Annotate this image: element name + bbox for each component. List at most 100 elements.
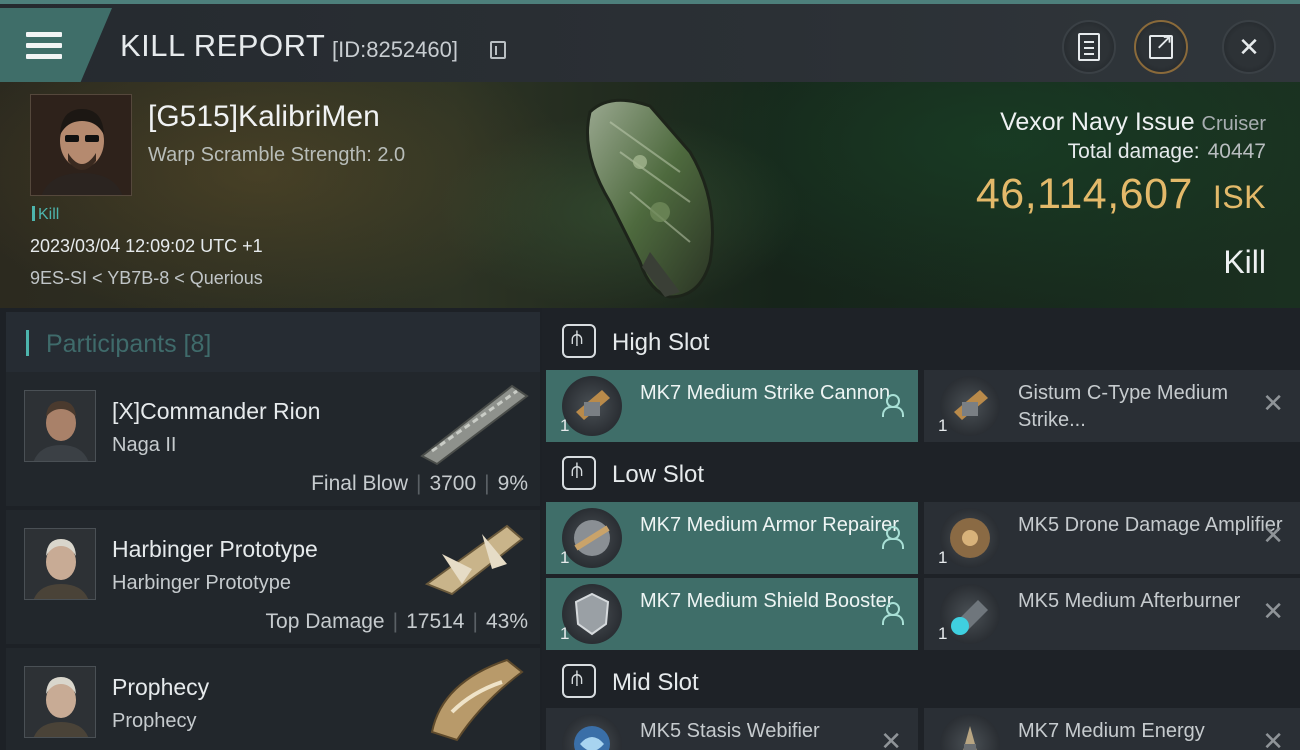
module-item[interactable]: 1 MK5 Drone Damage Amplifier ✕ (924, 502, 1300, 574)
module-icon (940, 584, 1000, 644)
module-quantity: 1 (560, 416, 570, 435)
victim-avatar[interactable] (30, 94, 132, 196)
ship-name: Vexor Navy Issue (1000, 108, 1195, 136)
module-name: MK5 Medium Afterburner (1018, 590, 1241, 612)
participant-ship-image (412, 376, 532, 466)
low-slot-header: Low Slot (546, 444, 1300, 502)
slot-icon (562, 456, 596, 490)
close-icon: ✕ (1238, 31, 1260, 62)
module-icon (940, 714, 1000, 750)
participant-ship: Harbinger Prototype (112, 572, 291, 594)
participant-card[interactable]: Harbinger Prototype Harbinger Prototype … (6, 510, 540, 644)
kill-timestamp: 2023/03/04 12:09:02 UTC +1 (30, 236, 263, 256)
module-item[interactable]: MK5 Stasis Webifier ✕ (546, 708, 918, 750)
total-damage: Total damage: 40447 (1068, 140, 1266, 164)
kill-tag: Kill (32, 206, 59, 224)
close-x-icon: ✕ (880, 726, 902, 750)
module-quantity: 1 (938, 624, 948, 643)
person-icon (882, 526, 904, 549)
module-item[interactable]: 1 MK7 Medium Armor Repairer (546, 502, 918, 574)
hamburger-icon[interactable] (26, 32, 62, 60)
participant-ship-image (412, 514, 532, 604)
participant-avatar (24, 390, 96, 462)
clipboard-button[interactable] (1062, 20, 1116, 74)
isk-unit: ISK (1212, 179, 1266, 215)
isk-value: 46,114,607 ISK (976, 170, 1266, 219)
module-icon (562, 376, 622, 436)
fitting-panel: High Slot 1 MK7 Medium Strike Cannon 1 G… (542, 308, 1300, 750)
module-name: MK7 Medium Shield Booster (640, 590, 894, 612)
victim-ship-image (570, 92, 740, 302)
close-button[interactable]: ✕ (1222, 20, 1276, 74)
participant-damage: 3700 (429, 472, 477, 495)
victim-ship-name[interactable]: Vexor Navy Issue Cruiser (1000, 108, 1266, 137)
participant-card[interactable]: [X]Commander Rion Naga II Final Blow | 370… (6, 372, 540, 506)
module-name: MK5 Drone Damage Amplifier (1018, 514, 1283, 536)
participants-panel: Participants [8] [X]Commander Rion Naga … (0, 308, 542, 750)
ship-class: Cruiser (1201, 113, 1266, 135)
participants-label: Participants [8] (26, 330, 211, 359)
module-icon (562, 584, 622, 644)
share-icon (1149, 29, 1173, 59)
module-item[interactable]: 1 MK7 Medium Strike Cannon (546, 370, 918, 442)
participant-avatar (24, 528, 96, 600)
victim-pilot-name[interactable]: [G515]KalibriMen (148, 100, 380, 134)
module-icon (940, 376, 1000, 436)
module-icon (562, 508, 622, 568)
participant-stats: Top Damage | 17514 | 43% (265, 610, 528, 633)
close-x-icon: ✕ (1262, 596, 1284, 626)
close-x-icon: ✕ (1262, 726, 1284, 750)
victim-panel: [G515]KalibriMen Warp Scramble Strength:… (0, 82, 1300, 308)
page-title: KILL REPORT (120, 28, 326, 63)
module-quantity: 1 (560, 548, 570, 567)
mid-slot-header: Mid Slot (546, 652, 1300, 710)
report-id: [ID:8252460] (332, 37, 458, 62)
module-quantity: 1 (938, 416, 948, 435)
participant-damage: 17514 (406, 610, 465, 633)
module-name: MK5 Stasis Webifier (640, 720, 820, 742)
share-button[interactable] (1134, 20, 1188, 74)
slot-icon (562, 664, 596, 698)
participant-avatar (24, 666, 96, 738)
module-name: Gistum C-Type Medium Strike... (1018, 382, 1229, 431)
participant-card[interactable]: Prophecy Prophecy (6, 648, 540, 750)
module-icon (940, 508, 1000, 568)
copy-icon[interactable] (490, 41, 506, 59)
high-slot-header: High Slot (546, 312, 1300, 370)
module-name: MK7 Medium Energy (1018, 720, 1205, 742)
isk-amount: 46,114,607 (975, 170, 1193, 218)
module-name: MK7 Medium Armor Repairer (640, 514, 899, 536)
total-damage-value: 40447 (1207, 140, 1266, 163)
close-x-icon: ✕ (1262, 520, 1284, 550)
participant-role: Top Damage (265, 610, 385, 633)
participant-role: Final Blow (311, 472, 408, 495)
participants-header: Participants [8] (6, 312, 540, 372)
person-icon (882, 394, 904, 417)
top-bar: KILL REPORT [ID:8252460] ✕ (0, 0, 1300, 82)
participant-ship-image (412, 652, 532, 742)
participant-stats: Final Blow | 3700 | 9% (311, 472, 528, 495)
module-quantity: 1 (560, 624, 570, 643)
module-name: MK7 Medium Strike Cannon (640, 382, 891, 404)
menu-tab[interactable] (0, 8, 112, 82)
person-icon (882, 602, 904, 625)
module-item[interactable]: 1 MK7 Medium Shield Booster (546, 578, 918, 650)
participants-count: [8] (183, 330, 212, 358)
kill-location[interactable]: 9ES-SI < YB7B-8 < Querious (30, 268, 263, 289)
participant-name: Harbinger Prototype (112, 536, 318, 562)
close-x-icon: ✕ (1262, 388, 1284, 418)
participant-ship: Naga II (112, 434, 177, 456)
slot-icon (562, 324, 596, 358)
participant-percent: 9% (497, 472, 528, 495)
warp-scramble-strength: Warp Scramble Strength: 2.0 (148, 144, 406, 166)
participant-percent: 43% (485, 610, 528, 633)
module-quantity: 1 (938, 548, 948, 567)
participant-name: [X]Commander Rion (112, 398, 321, 424)
kill-result: Kill (1223, 244, 1266, 280)
module-item[interactable]: 1 Gistum C-Type Medium Strike... ✕ (924, 370, 1300, 442)
module-item[interactable]: MK7 Medium Energy ✕ (924, 708, 1300, 750)
participants-title: Participants (45, 330, 177, 358)
module-icon (562, 714, 622, 750)
module-item[interactable]: 1 MK5 Medium Afterburner ✕ (924, 578, 1300, 650)
total-damage-label: Total damage: (1067, 140, 1200, 163)
